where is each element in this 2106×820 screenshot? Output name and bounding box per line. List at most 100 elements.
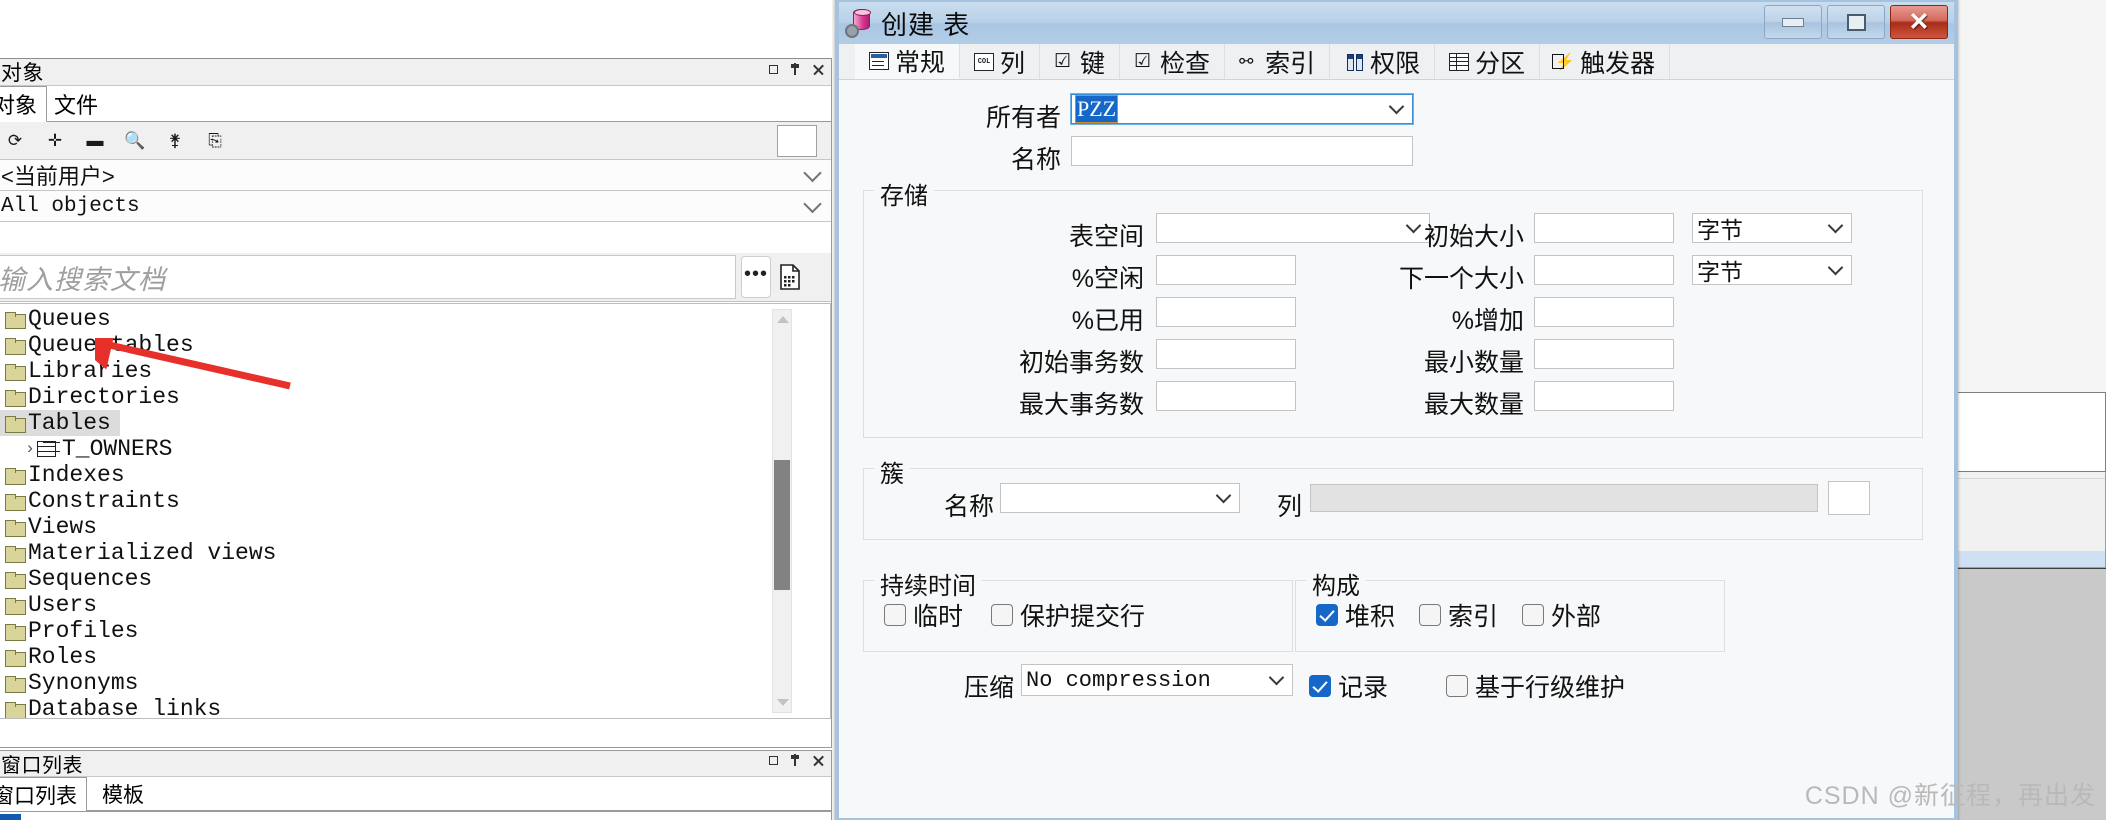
search-input[interactable]: 输入搜索文档 [0,255,736,299]
tree-item[interactable]: ·Users [0,592,830,618]
checkbox-icon[interactable] [884,604,906,626]
tab-常规[interactable]: 常规 [855,44,961,79]
extra-checkbox[interactable]: 记录 [1309,668,1388,704]
minimize-button[interactable] [1764,5,1822,39]
tab-权限[interactable]: 权限 [1330,44,1436,79]
storage-left-label: 表空间 [1068,223,1144,251]
float-icon[interactable] [768,753,781,768]
tree-item[interactable]: ·Libraries [0,358,830,384]
user-filter-combo[interactable]: <当前用户> [0,160,831,191]
refresh-icon[interactable]: ⟳ [0,126,35,156]
unit-combo-下一个大小[interactable]: 字节 [1692,255,1852,285]
folder-icon [5,701,26,718]
cluster-columns-browse-button[interactable] [1828,481,1870,515]
tree-item[interactable]: ·Synonyms [0,670,830,696]
copy-icon[interactable]: ⎘ [195,126,235,156]
tree-item[interactable]: ·Views [0,514,830,540]
scrollbar-thumb[interactable] [774,460,790,590]
tree-item[interactable]: ·Database links [0,696,830,718]
tree-item[interactable]: › T_OWNERS [0,436,830,462]
tab-objects[interactable]: 对象 [0,86,48,122]
trigger-icon [1552,52,1575,72]
checkbox-icon[interactable] [991,604,1014,626]
scroll-up-icon[interactable] [777,316,789,323]
window-list-body[interactable] [0,811,831,820]
folder-icon [5,571,26,589]
owner-combo[interactable]: PZZ [1070,93,1414,125]
pin-icon[interactable] [790,753,803,768]
storage-left-label: %空闲 [1071,265,1144,293]
tab-列[interactable]: COL 列 [960,44,1041,79]
float-icon[interactable] [768,62,781,77]
general-icon [869,51,889,70]
checkbox-icon[interactable] [1446,675,1469,697]
object-filter-combo[interactable]: All objects [0,191,831,222]
permission-icon [1344,53,1364,71]
filter-icon[interactable]: ⚵ [155,126,195,156]
restore-button[interactable] [1827,5,1885,39]
pin-icon[interactable] [790,62,803,77]
storage-field-下一个大小[interactable] [1534,255,1674,285]
tab-检查[interactable]: 检查 [1120,44,1226,79]
tab-键[interactable]: 键 [1040,44,1121,79]
tree-item[interactable]: ·Tables [0,410,120,436]
checkbox-icon[interactable] [1419,604,1442,626]
extra-checkbox[interactable]: 基于行级维护 [1446,668,1625,704]
tab-templates[interactable]: 模板 [93,777,153,811]
storage-field-%空闲[interactable] [1156,255,1296,285]
document-button[interactable] [775,256,805,298]
toolbar-extra-button[interactable] [777,125,817,157]
checkbox-icon[interactable] [1309,675,1331,697]
tree-item[interactable]: ·Roles [0,644,830,670]
close-icon[interactable] [812,753,825,768]
organization-checkbox[interactable]: 索引 [1419,597,1498,633]
storage-field-最小数量[interactable] [1534,339,1674,369]
storage-field-最大事务数[interactable] [1156,381,1296,411]
tree-scrollbar[interactable] [772,309,792,713]
storage-field-初始事务数[interactable] [1156,339,1296,369]
storage-field-%增加[interactable] [1534,297,1674,327]
checkbox-icon[interactable] [1522,604,1545,626]
tree-item[interactable]: ·Directories [0,384,830,410]
storage-field-初始大小[interactable] [1534,213,1674,243]
object-tree[interactable]: ·Queues·Queue tables·Libraries·Directori… [0,303,831,719]
organization-checkbox[interactable]: 堆积 [1316,597,1395,633]
tree-item[interactable]: ·Indexes [0,462,830,488]
scroll-down-icon[interactable] [777,699,789,706]
add-icon[interactable]: ✛ [35,126,75,156]
tree-item[interactable]: ·Materialized views [0,540,830,566]
storage-field-%已用[interactable] [1156,297,1296,327]
close-icon[interactable] [812,62,825,77]
name-input[interactable] [1071,136,1413,166]
dialog-title-bar[interactable]: 创建 表 ✕ [839,2,1954,44]
checkbox-icon[interactable] [1316,604,1338,626]
more-options-button[interactable]: ••• [741,256,771,298]
objects-dock-panel: 对象 对象 文件 ⟳ ✛ ▬ 🔍 ⚵ ⎘ <当前用户> All objects … [0,58,832,748]
remove-icon[interactable]: ▬ [75,126,115,156]
tab-window-list[interactable]: 窗口列表 [0,777,87,811]
tree-item[interactable]: ·Queues [0,306,830,332]
tab-分区[interactable]: 分区 [1435,44,1541,79]
close-button[interactable]: ✕ [1890,5,1948,39]
checkbox-label: 保护提交行 [1020,603,1146,631]
duration-checkbox[interactable]: 临时 [884,597,963,633]
duration-checkbox[interactable]: 保护提交行 [991,597,1145,633]
tab-索引[interactable]: 索引 [1225,44,1331,79]
expand-chevron-icon[interactable]: › [23,440,37,459]
cluster-name-combo[interactable] [1000,483,1240,513]
tab-files[interactable]: 文件 [45,86,107,122]
compression-value: No compression [1026,667,1211,693]
storage-field-最大数量[interactable] [1534,381,1674,411]
unit-combo-初始大小[interactable]: 字节 [1692,213,1852,243]
tree-item[interactable]: ·Sequences [0,566,830,592]
tab-触发器[interactable]: 触发器 [1540,44,1671,79]
tree-item[interactable]: ·Constraints [0,488,830,514]
folder-icon [5,493,26,511]
organization-checkbox[interactable]: 外部 [1522,597,1601,633]
tree-item[interactable]: ·Profiles [0,618,830,644]
tree-item[interactable]: ·Queue tables [0,332,830,358]
tree-rows-container: ·Queues·Queue tables·Libraries·Directori… [0,304,830,718]
compression-combo[interactable]: No compression [1021,664,1293,696]
find-icon[interactable]: 🔍 [115,126,155,156]
folder-icon [5,649,26,667]
